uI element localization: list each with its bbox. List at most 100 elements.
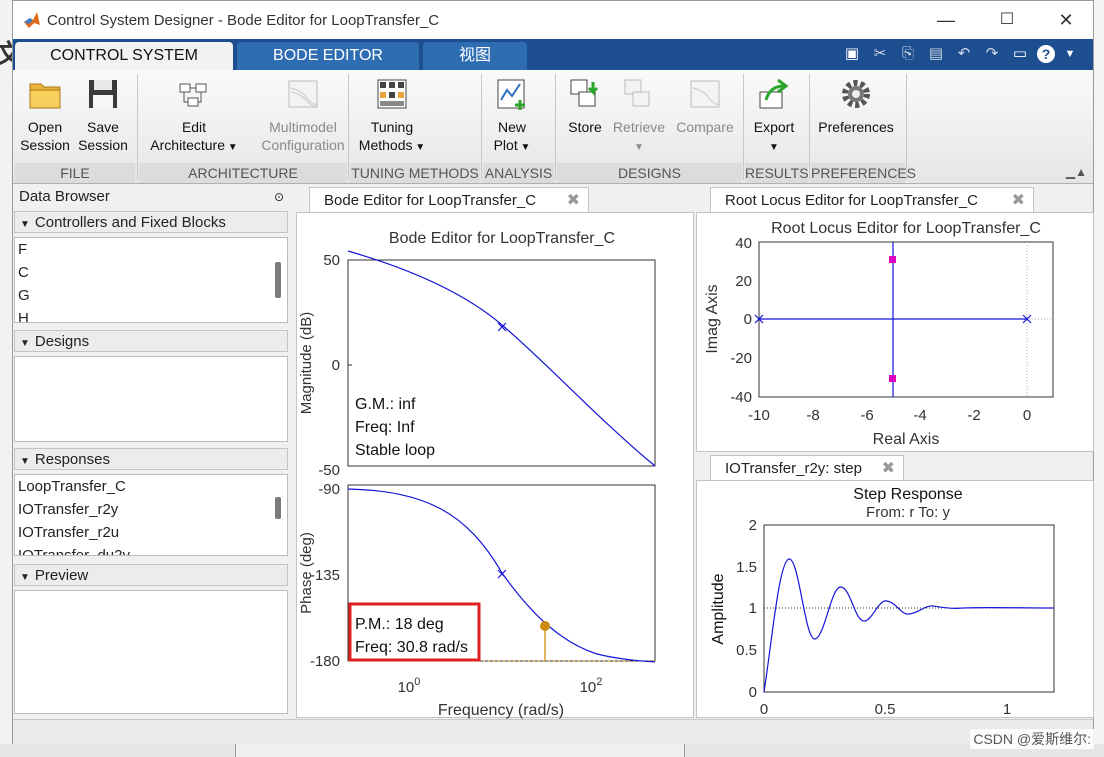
section-preview-header[interactable]: ▼ Preview [14, 564, 288, 586]
list-item[interactable]: LoopTransfer_C [15, 475, 287, 498]
mag-tick-label: 0 [332, 357, 340, 374]
close-icon[interactable]: ✖ [567, 188, 580, 213]
close-button[interactable]: ✕ [1049, 7, 1083, 33]
collapse-triangle-icon: ▼ [20, 456, 30, 467]
group-label-designs: DESIGNS [557, 163, 742, 183]
store-label: Store [568, 119, 602, 135]
dropdown-arrow-icon: ▼ [412, 142, 426, 153]
group-separator [555, 74, 556, 180]
group-separator [743, 74, 744, 180]
list-item[interactable]: H [15, 307, 287, 322]
ribbon-toolbar: Open Session Save Session Edit Architect… [13, 70, 1093, 184]
list-item[interactable]: IOTransfer_du2y [15, 544, 287, 555]
rl-y-tick: -20 [730, 350, 752, 367]
list-item[interactable]: F [15, 238, 287, 261]
magnitude-axis-label: Magnitude (dB) [298, 312, 315, 415]
save-session-button[interactable]: Save Session [75, 76, 131, 154]
responses-scrollbar[interactable] [275, 497, 281, 519]
minimize-button[interactable]: — [929, 7, 963, 33]
step-y-tick: 2 [749, 517, 757, 534]
store-button[interactable]: Store [563, 76, 607, 136]
tab-root-locus-document[interactable]: Root Locus Editor for LoopTransfer_C ✖ [710, 187, 1034, 212]
close-icon[interactable]: ✖ [1012, 188, 1025, 213]
step-y-tick: 1 [749, 600, 757, 617]
step-x-tick: 1 [1003, 701, 1011, 718]
window-layout-icon[interactable]: ▭ [1009, 42, 1031, 66]
undo-icon[interactable]: ↶ [953, 42, 975, 66]
group-label-file: FILE [15, 163, 135, 183]
stable-loop-text: Stable loop [355, 442, 435, 459]
step-x-tick: 0.5 [875, 701, 896, 718]
maximize-button[interactable]: ☐ [990, 7, 1024, 33]
tab-step-response-document[interactable]: IOTransfer_r2y: step ✖ [710, 455, 904, 480]
rl-x-tick: 0 [1023, 407, 1031, 424]
help-icon[interactable]: ? [1035, 42, 1057, 66]
group-separator [809, 74, 810, 180]
retrieve-button[interactable]: Retrieve ▼ [611, 76, 667, 157]
group-separator [481, 74, 482, 180]
real-axis-label: Real Axis [873, 431, 940, 448]
preferences-label: Preferences [818, 119, 894, 135]
retrieve-label: Retrieve [612, 119, 666, 135]
new-plot-button[interactable]: New Plot ▼ [487, 76, 537, 157]
responses-list: LoopTransfer_C IOTransfer_r2y IOTransfer… [14, 474, 288, 556]
window-title: Control System Designer - Bode Editor fo… [47, 12, 440, 29]
cut-icon[interactable]: ✂ [869, 42, 891, 66]
section-responses-header[interactable]: ▼ Responses [14, 448, 288, 470]
tab-bode-editor-document[interactable]: Bode Editor for LoopTransfer_C ✖ [309, 187, 589, 212]
tuning-methods-label: Tuning Methods [358, 119, 414, 153]
list-item[interactable]: C [15, 261, 287, 284]
block-diagram-icon [179, 83, 207, 107]
tuning-icon [377, 79, 407, 109]
section-designs-header[interactable]: ▼ Designs [14, 330, 288, 352]
freq-tick-label: 100 [398, 676, 421, 696]
close-icon[interactable]: ✖ [882, 456, 895, 481]
step-response-panel: Step Response From: r To: y 2 1.5 1 0.5 … [696, 480, 1094, 718]
tab-control-system[interactable]: CONTROL SYSTEM [15, 42, 233, 70]
section-controllers-header[interactable]: ▼ Controllers and Fixed Blocks [14, 211, 288, 233]
rl-x-tick: -8 [806, 407, 819, 424]
copy-icon[interactable]: ⎘ [897, 42, 919, 66]
multimodel-configuration-button[interactable]: Multimodel Configuration [251, 76, 355, 154]
export-button[interactable]: Export ▼ [749, 76, 799, 157]
chevron-down-icon[interactable]: ▼ [1059, 42, 1081, 66]
paste-icon[interactable]: ▤ [925, 42, 947, 66]
phase-margin-marker[interactable] [540, 621, 550, 631]
section-preview-label: Preview [34, 567, 89, 584]
list-item[interactable]: G [15, 284, 287, 307]
save-quick-icon[interactable]: ▣ [841, 42, 863, 66]
redo-icon[interactable]: ↷ [981, 42, 1003, 66]
dropdown-arrow-icon: ▼ [517, 142, 531, 153]
phase-tick-label: -180 [310, 653, 340, 670]
edit-architecture-button[interactable]: Edit Architecture ▼ [145, 76, 243, 157]
section-controllers-label: Controllers and Fixed Blocks [34, 214, 226, 231]
open-session-label: Open Session [20, 119, 70, 153]
bode-editor-plot[interactable]: Bode Editor for LoopTransfer_C 50 0 -50 … [297, 213, 695, 719]
closed-loop-pole-marker[interactable] [889, 375, 896, 382]
bode-editor-tab-label: Bode Editor for LoopTransfer_C [324, 192, 537, 209]
browser-options-icon[interactable]: ⊙ [274, 186, 284, 208]
tab-bode-editor[interactable]: BODE EDITOR [237, 42, 419, 70]
list-item[interactable]: IOTransfer_r2y [15, 498, 287, 521]
step-response-tab-label: IOTransfer_r2y: step [725, 460, 862, 477]
list-item[interactable]: IOTransfer_r2u [15, 521, 287, 544]
tuning-methods-button[interactable]: Tuning Methods ▼ [353, 76, 431, 157]
phase-tick-label: -90 [318, 481, 340, 498]
controllers-scrollbar[interactable] [275, 262, 281, 298]
tab-view[interactable]: 视图 [423, 42, 527, 70]
floppy-disk-icon [89, 80, 117, 108]
status-bar [13, 719, 1093, 744]
dropdown-arrow-icon: ▼ [769, 142, 779, 153]
closed-loop-pole-marker[interactable] [889, 256, 896, 263]
root-locus-plot[interactable]: Root Locus Editor for LoopTransfer_C 40 … [697, 213, 1095, 453]
compare-button[interactable]: Compare [673, 76, 737, 136]
group-separator [137, 74, 138, 180]
freq-tick-label: 102 [580, 676, 603, 696]
desktop-bottom-strip [0, 744, 1104, 757]
collapse-ribbon-icon[interactable]: ▁▲ [1066, 165, 1087, 179]
open-session-button[interactable]: Open Session [19, 76, 71, 154]
step-response-plot[interactable]: Step Response From: r To: y 2 1.5 1 0.5 … [697, 481, 1095, 719]
preferences-button[interactable]: Preferences [813, 76, 899, 136]
step-x-tick: 0 [760, 701, 768, 718]
controllers-list: F C G H [14, 237, 288, 323]
